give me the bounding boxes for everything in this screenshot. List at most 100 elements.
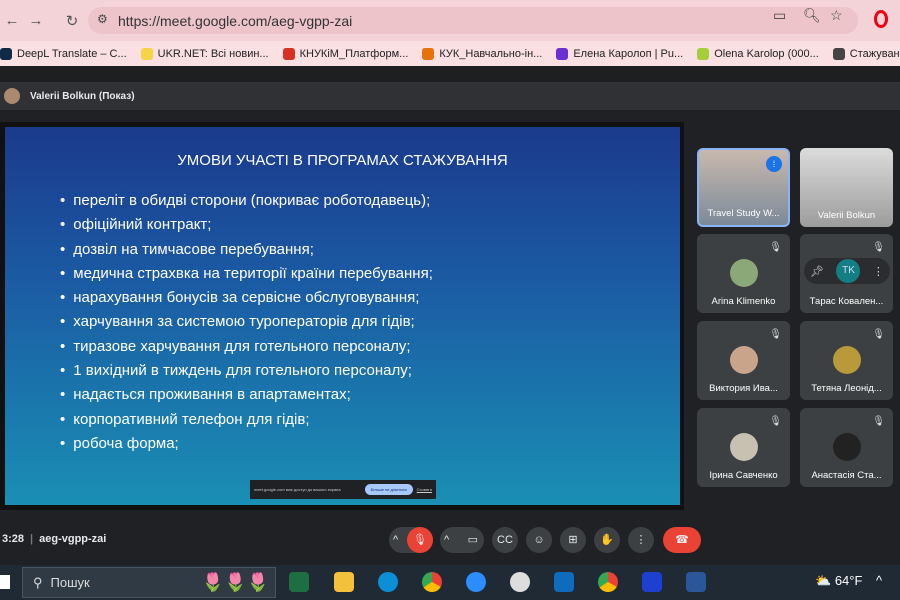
tab-strip-gap	[0, 66, 900, 82]
bookmark-favicon-icon	[140, 47, 153, 60]
slide-bullet: дозвіл на тимчасове перебування;	[60, 238, 433, 262]
mic-muted-icon: 🎙︎	[872, 242, 885, 253]
bookmark-label: КНУКіМ_Платформ...	[299, 47, 409, 60]
slide-bullet: медична страхвка на території країни пер…	[60, 262, 433, 286]
mic-muted-icon: 🎙︎	[872, 416, 885, 427]
slide-bullet: нарахування бонусів за сервісне обслугов…	[60, 286, 433, 310]
file-explorer-icon[interactable]	[334, 572, 354, 592]
participant-name: Valerii Bolkun	[817, 210, 876, 221]
participant-name: Анастасія Ста...	[811, 470, 882, 481]
bookmark[interactable]: Елена Каролоп | Pu...	[556, 47, 683, 60]
temperature: 64°F	[834, 573, 863, 588]
slide-bullet: 1 вихідний в тиждень для готельного перс…	[60, 359, 433, 383]
mic-button[interactable]: ^ 🎙︎	[389, 527, 433, 553]
hand-icon: ✋	[600, 534, 614, 546]
participant-tile[interactable]: Valerii Bolkun	[800, 148, 893, 227]
participant-tile[interactable]: 🎙︎ Анастасія Ста...	[800, 408, 893, 487]
bookmark[interactable]: DeepL Translate – C...	[0, 47, 127, 60]
excel-icon[interactable]	[289, 572, 309, 592]
slide-bullet: корпоративний телефон для гідів;	[60, 408, 433, 432]
more-options-button[interactable]: ⋮	[628, 527, 654, 553]
emoji-button[interactable]: ☺	[526, 527, 552, 553]
chrome-icon[interactable]	[422, 572, 442, 592]
bookmark-label: UKR.NET: Всі новин...	[157, 47, 269, 60]
address-bar[interactable]: ⚙ https://meet.google.com/aeg-vgpp-zai	[88, 7, 858, 34]
mail-icon[interactable]	[554, 572, 574, 592]
site-settings-icon[interactable]: ⚙	[97, 12, 108, 26]
search-placeholder: Пошук	[50, 575, 90, 590]
webex-icon[interactable]	[642, 572, 662, 592]
bookmark[interactable]: Olena Karolop (000...	[697, 47, 819, 60]
participant-tile[interactable]: 🎙︎ Виктория Ива...	[697, 321, 790, 400]
raise-hand-button[interactable]: ✋	[594, 527, 620, 553]
weather-icon: ⛅	[815, 573, 832, 588]
bookmark[interactable]: Стажування за кор	[832, 47, 900, 60]
hide-button[interactable]: Сховати	[417, 487, 432, 492]
tile-hover-controls: 📌︎ TK ⋮	[804, 258, 890, 284]
taskbar-search[interactable]: ⚲ Пошук 🌷🌷🌷	[22, 567, 276, 598]
avatar	[730, 259, 758, 287]
avatar	[730, 433, 758, 461]
opera-icon[interactable]	[874, 10, 888, 28]
speaking-indicator-icon: ⁞	[766, 156, 782, 172]
participant-tile[interactable]: 🎙︎ 📌︎ TK ⋮ Тарас Ковален...	[800, 234, 893, 313]
mic-muted-icon: 🎙︎	[872, 329, 885, 340]
bookmark[interactable]: КНУКіМ_Платформ...	[282, 47, 409, 60]
slide-title: УМОВИ УЧАСТІ В ПРОГРАМАХ СТАЖУВАННЯ	[177, 152, 508, 169]
back-icon[interactable]: ←	[0, 12, 24, 29]
hang-up-icon: ☎	[675, 534, 689, 546]
taskbar: ⚲ Пошук 🌷🌷🌷 ⛅ 64°F ^	[0, 565, 900, 600]
present-button[interactable]: ⊞	[560, 527, 586, 553]
camera-button[interactable]: ^ ▭	[440, 527, 484, 553]
forward-icon[interactable]: →	[24, 12, 48, 29]
bookmark-label: Olena Karolop (000...	[714, 47, 819, 60]
participant-name: Arina Klimenko	[711, 296, 776, 307]
end-call-button[interactable]: ☎	[663, 527, 701, 553]
meeting-info: 3:28 | aeg-vgpp-zai	[2, 533, 107, 545]
participant-tile[interactable]: 🎙︎ Тетяна Леонід...	[800, 321, 893, 400]
bookmark[interactable]: КУК_Навчально-ін...	[422, 47, 542, 60]
participant-name: Ірина Савченко	[709, 470, 778, 481]
avatar	[730, 346, 758, 374]
bookmarks-bar: DeepL Translate – C... UKR.NET: Всі новин…	[0, 41, 900, 66]
slide-bullet: робоча форма;	[60, 432, 433, 456]
word-icon[interactable]	[686, 572, 706, 592]
bookmark[interactable]: UKR.NET: Всі новин...	[140, 47, 269, 60]
meeting-time: 3:28	[2, 533, 25, 545]
camera-icon: ▭	[467, 534, 478, 546]
participant-tile[interactable]: 🎙︎ Ірина Савченко	[697, 408, 790, 487]
participant-name: Travel Study W...	[707, 208, 780, 219]
more-icon[interactable]: ⋮	[873, 265, 884, 278]
mic-muted-icon: 🎙︎	[769, 242, 782, 253]
star-icon[interactable]: ☆	[830, 7, 843, 24]
url-text: https://meet.google.com/aeg-vgpp-zai	[118, 12, 353, 29]
whatsapp-icon[interactable]	[510, 572, 530, 592]
stop-sharing-button[interactable]: Більше не ділитися	[364, 484, 413, 495]
bookmark-favicon-icon	[0, 47, 12, 60]
bookmark-favicon-icon	[556, 47, 569, 60]
pin-icon[interactable]: 📌︎	[810, 265, 824, 278]
captions-button[interactable]: CC	[492, 527, 518, 553]
mic-muted-icon: 🎙︎	[769, 416, 782, 427]
mic-off-icon: 🎙︎	[407, 527, 433, 553]
chrome-profile-icon[interactable]	[598, 572, 618, 592]
share-banner: meet.google.com має доступ до вашого екр…	[250, 480, 436, 499]
captions-icon: CC	[497, 534, 513, 546]
zoom-app-icon[interactable]	[466, 572, 486, 592]
edge-icon[interactable]	[378, 572, 398, 592]
bookmark-favicon-icon	[697, 47, 710, 60]
presentation-header: Valerii Bolkun (Показ)	[0, 82, 900, 110]
participant-tile[interactable]: 🎙︎ Arina Klimenko	[697, 234, 790, 313]
search-icon: ⚲	[33, 574, 43, 590]
windows-start-icon[interactable]	[0, 575, 10, 589]
weather-widget[interactable]: ⛅ 64°F ^	[815, 573, 882, 589]
camera-icon[interactable]: ▭	[773, 7, 786, 24]
participant-tile[interactable]: ⁞ Travel Study W...	[697, 148, 790, 227]
reload-icon[interactable]: ↻	[60, 12, 84, 30]
emoji-icon: ☺	[533, 534, 545, 546]
participant-name: Тарас Ковален...	[809, 296, 884, 307]
shared-screen: УМОВИ УЧАСТІ В ПРОГРАМАХ СТАЖУВАННЯ пере…	[0, 122, 684, 510]
meeting-code: aeg-vgpp-zai	[39, 533, 107, 545]
zoom-icon[interactable]: 🔍︎	[803, 7, 821, 24]
bookmark-favicon-icon	[832, 47, 845, 60]
